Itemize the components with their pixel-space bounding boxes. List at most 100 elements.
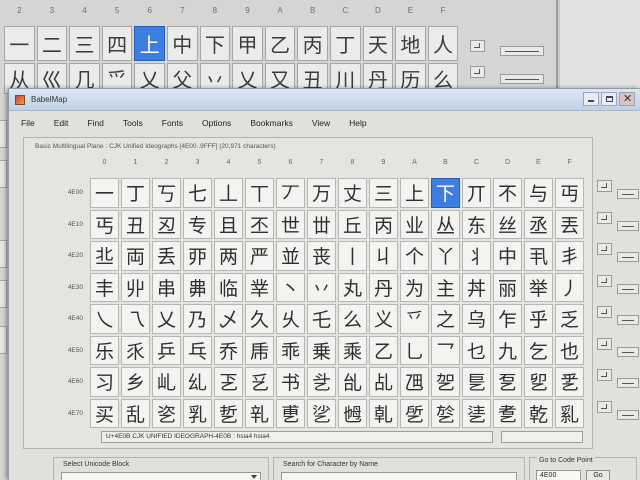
row-scroll-button[interactable]	[597, 211, 612, 224]
menu-find[interactable]: Find	[87, 118, 104, 128]
background-char-cell[interactable]: 甲	[232, 26, 263, 61]
menu-tools[interactable]: Tools	[123, 118, 143, 128]
char-cell[interactable]: 丽	[493, 272, 522, 302]
char-cell[interactable]: 丷	[307, 272, 336, 302]
char-cell[interactable]: 丱	[121, 272, 150, 302]
char-cell[interactable]: 乲	[152, 398, 181, 428]
char-cell[interactable]: 乌	[462, 304, 491, 334]
char-cell[interactable]: 丯	[555, 241, 584, 271]
char-cell[interactable]: 丰	[90, 272, 119, 302]
menu-help[interactable]: Help	[349, 118, 366, 128]
background-char-cell[interactable]: 一	[4, 26, 35, 61]
maximize-button[interactable]	[601, 92, 617, 106]
char-cell[interactable]: 乓	[183, 335, 212, 365]
char-cell[interactable]: 乙	[369, 335, 398, 365]
char-cell[interactable]: 丹	[369, 272, 398, 302]
char-cell[interactable]: 乃	[183, 304, 212, 334]
char-cell[interactable]: 乍	[493, 304, 522, 334]
char-cell[interactable]: 丼	[462, 272, 491, 302]
char-cell[interactable]: 不	[493, 178, 522, 208]
char-cell[interactable]: 乩	[369, 367, 398, 397]
char-cell[interactable]: 中	[493, 241, 522, 271]
row-scroll-button[interactable]	[597, 274, 612, 287]
background-char-cell[interactable]: 丙	[297, 26, 328, 61]
char-cell[interactable]: 並	[276, 241, 305, 271]
minimize-button[interactable]	[583, 92, 599, 106]
char-cell[interactable]: 专	[183, 209, 212, 239]
char-cell[interactable]: 乫	[431, 367, 460, 397]
char-cell[interactable]: 个	[400, 241, 429, 271]
char-cell[interactable]: 万	[307, 178, 336, 208]
go-button[interactable]: Go	[586, 470, 610, 480]
char-cell[interactable]: 临	[214, 272, 243, 302]
char-cell[interactable]: 乹	[369, 398, 398, 428]
char-cell[interactable]: 么	[338, 304, 367, 334]
char-cell[interactable]: 丏	[555, 178, 584, 208]
row-page-button[interactable]	[617, 378, 639, 388]
char-cell[interactable]: 义	[369, 304, 398, 334]
background-char-cell[interactable]: 地	[395, 26, 426, 61]
background-char-cell[interactable]: 乙	[264, 26, 296, 61]
char-cell-selected[interactable]: 下	[431, 178, 460, 208]
char-cell[interactable]: 丆	[276, 178, 305, 208]
char-cell[interactable]: 乄	[214, 304, 243, 334]
char-cell[interactable]: 严	[245, 241, 274, 271]
row-page-button[interactable]	[617, 220, 639, 231]
background-char-cell-selected[interactable]: 上	[134, 26, 165, 61]
char-cell[interactable]: 上	[400, 178, 429, 208]
char-cell[interactable]: 丣	[183, 241, 212, 271]
char-cell[interactable]: 乳	[183, 398, 212, 428]
char-cell[interactable]: 丢	[152, 241, 181, 271]
char-cell[interactable]: 丧	[307, 241, 336, 271]
char-cell[interactable]: 书	[276, 367, 305, 397]
char-cell[interactable]: 丕	[245, 209, 274, 239]
char-cell[interactable]: 丄	[214, 178, 243, 208]
char-cell[interactable]: 也	[555, 335, 584, 365]
char-cell[interactable]: 乛	[431, 335, 460, 365]
char-cell[interactable]: 乼	[462, 398, 491, 428]
char-cell[interactable]: 乸	[338, 398, 367, 428]
background-page-button[interactable]	[500, 74, 544, 84]
char-cell[interactable]: 丙	[369, 209, 398, 239]
char-cell[interactable]: 乷	[307, 398, 336, 428]
row-page-button[interactable]	[617, 409, 639, 420]
char-cell[interactable]: 乐	[90, 335, 119, 365]
row-page-button[interactable]	[617, 346, 639, 357]
menu-fonts[interactable]: Fonts	[162, 118, 183, 128]
char-cell[interactable]: 丮	[524, 241, 553, 271]
background-char-cell[interactable]: 二	[36, 26, 68, 61]
row-page-button[interactable]	[617, 283, 639, 294]
background-scroll-button[interactable]	[470, 40, 485, 52]
char-cell[interactable]: 丿	[555, 272, 584, 302]
char-cell[interactable]: 丛	[431, 209, 460, 239]
char-cell[interactable]: 乡	[121, 367, 150, 397]
char-cell[interactable]: 乥	[245, 367, 274, 397]
char-cell[interactable]: 乞	[524, 335, 553, 365]
char-cell[interactable]: 丌	[462, 178, 491, 208]
menu-options[interactable]: Options	[202, 118, 231, 128]
char-cell[interactable]: 丝	[493, 209, 522, 239]
row-scroll-button[interactable]	[597, 180, 612, 192]
char-cell[interactable]: 丵	[245, 272, 274, 302]
row-page-button[interactable]	[617, 252, 639, 262]
char-cell[interactable]: 买	[90, 398, 119, 428]
char-cell[interactable]: 乊	[400, 304, 429, 334]
char-cell[interactable]: 主	[431, 272, 460, 302]
background-char-cell[interactable]: 人	[427, 26, 459, 61]
char-cell[interactable]: 乒	[152, 335, 181, 365]
char-cell[interactable]: 三	[369, 178, 398, 208]
char-cell[interactable]: 丈	[338, 178, 367, 208]
char-cell[interactable]: 乁	[121, 304, 150, 334]
char-cell[interactable]: 乏	[555, 304, 584, 334]
char-cell[interactable]: 九	[493, 335, 522, 365]
char-cell[interactable]: 乢	[152, 367, 181, 397]
char-cell[interactable]: 举	[524, 272, 553, 302]
char-cell[interactable]: 丑	[121, 209, 150, 239]
char-cell[interactable]: 丳	[183, 272, 212, 302]
char-cell[interactable]: 乀	[90, 304, 119, 334]
char-cell[interactable]: 乕	[245, 335, 274, 365]
char-cell[interactable]: 乎	[524, 304, 553, 334]
char-cell[interactable]: 乶	[276, 398, 305, 428]
char-cell[interactable]: 丸	[338, 272, 367, 302]
char-cell[interactable]: 乗	[307, 335, 336, 365]
